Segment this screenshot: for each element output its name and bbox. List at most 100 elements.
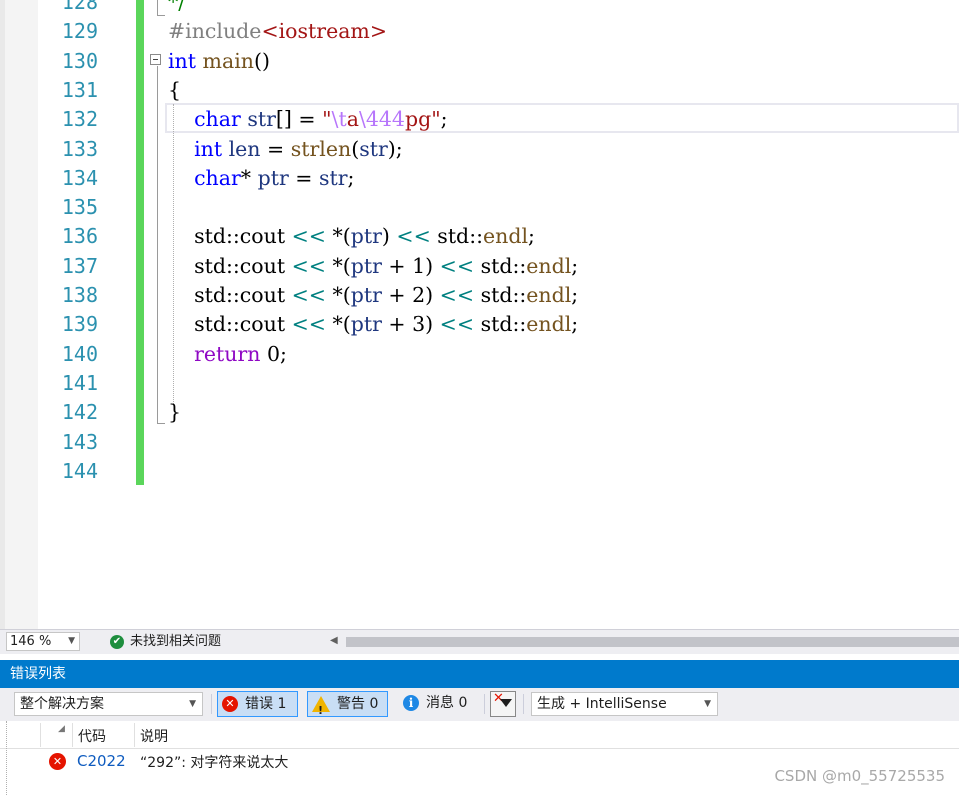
column-header-code[interactable]: 代码 [78,726,106,746]
build-source-dropdown[interactable]: 生成 + IntelliSense ▼ [531,692,718,716]
error-icon: ✕ [222,696,238,712]
code-token: << [396,224,431,249]
code-token: \444 [358,107,405,132]
line-number: 135 [61,195,98,220]
code-editor[interactable]: 128 */129 #include<iostream> 130 int main() 1… [0,0,959,629]
scope-dropdown[interactable]: 整个解决方案 ▼ [14,692,203,716]
code-line[interactable]: 136 std::cout << *(ptr) << std::endl; [0,222,959,251]
code-line[interactable]: 140 return 0; [0,340,959,369]
code-line[interactable]: 128 */ [0,0,959,17]
code-line[interactable]: 134 char* ptr = str; [0,164,959,193]
code-token: ) [381,224,397,249]
code-token: std [480,283,513,307]
line-number: 144 [61,458,98,483]
code-token: std [194,283,226,307]
line-number: 130 [61,48,98,73]
code-token: *( [325,224,351,249]
code-text: } [168,398,181,427]
code-token: :: [225,253,240,278]
code-line[interactable]: 139 std::cout << *(ptr + 3) << std::endl… [0,310,959,339]
code-token: ; [280,341,287,366]
code-line[interactable]: 131 { [0,76,959,105]
horizontal-scrollbar-thumb[interactable] [346,637,959,647]
code-token: str [318,165,348,190]
code-text: char str[] = "\ta\444pg"; [168,105,448,134]
code-text: */ [168,0,185,17]
code-token: a [346,107,359,132]
check-circle-icon: ✔ [110,634,124,649]
line-number: 138 [61,283,98,307]
code-token: ; [528,224,535,249]
scope-value: 整个解决方案 [20,696,104,712]
messages-filter-button[interactable]: i 消息 0 [399,691,480,717]
code-token: 0 [266,341,281,366]
editor-status-bar: 146 % ▼ ✔ 未找到相关问题 ◀ [0,629,959,654]
error-icon: ✕ [49,753,66,770]
code-token: 2 [412,283,426,307]
code-token: :: [512,283,527,307]
column-header-description[interactable]: 说明 [140,726,168,746]
zoom-dropdown[interactable]: 146 % ▼ [6,632,80,651]
code-token: cout [239,312,286,337]
code-line[interactable]: 135 [0,193,959,222]
messages-filter-label: 消息 0 [426,695,468,711]
funnel-icon [500,699,512,707]
code-token: ( [351,136,360,161]
build-source-value: 生成 + IntelliSense [537,696,667,712]
code-token: endl [526,283,572,307]
toolbar-separator [484,694,485,714]
code-token: std [437,224,470,249]
code-token: std [194,312,226,337]
code-token: *( [325,283,351,307]
errors-filter-button[interactable]: ✕ 错误 1 [217,691,298,717]
code-token: main [202,48,254,73]
code-token: << [439,253,475,278]
code-token: ptr [350,312,382,337]
code-token: + [381,312,413,337]
warnings-filter-button[interactable]: ! 警告 0 [307,691,388,717]
code-token: << [291,224,326,249]
line-number: 134 [61,165,98,190]
code-token: 1 [412,253,426,278]
warnings-filter-label: 警告 0 [337,696,379,712]
code-line[interactable]: 143 [0,428,959,457]
issues-status-text: 未找到相关问题 [130,634,222,649]
code-line[interactable]: 138 std::cout << *(ptr + 2) << std::endl… [0,281,959,310]
code-line[interactable]: 141 [0,369,959,398]
code-line[interactable]: 133 int len = strlen(str); [0,135,959,164]
code-token: ; [571,253,579,278]
code-token: ptr [350,283,382,307]
issues-status[interactable]: ✔ 未找到相关问题 [110,634,221,650]
code-token: ptr [257,165,289,190]
code-token: + [381,283,413,307]
code-token: ; [347,165,355,190]
code-line[interactable]: 132 char str[] = "\ta\444pg"; [0,105,959,134]
code-line[interactable]: 142} [0,398,959,427]
code-line[interactable]: 137 std::cout << *(ptr + 1) << std::endl… [0,252,959,281]
filter-icon[interactable]: ✕ [490,691,516,717]
code-line[interactable]: 144 [0,457,959,486]
scroll-left-arrow-icon[interactable]: ◀ [330,635,338,646]
code-token: ) [425,253,440,278]
code-line[interactable]: 130 int main() [0,47,959,76]
code-token: ) [425,283,440,307]
column-separator[interactable] [134,723,135,747]
code-token: :: [469,224,484,249]
code-token: ptr [350,224,382,249]
code-token: ; [571,283,579,307]
line-number: 129 [61,19,98,44]
code-line[interactable]: 129 #include<iostream> [0,17,959,46]
info-icon: i [403,695,419,711]
code-text: char* ptr = str; [168,164,354,193]
error-code-link[interactable]: C2022 [77,752,126,770]
code-token: ) [425,312,440,337]
line-number: 128 [61,0,98,14]
code-text: std::cout << *(ptr) << std::endl; [168,222,535,251]
line-number: 133 [61,136,98,161]
column-separator[interactable] [72,723,73,747]
code-token: " [322,107,332,132]
